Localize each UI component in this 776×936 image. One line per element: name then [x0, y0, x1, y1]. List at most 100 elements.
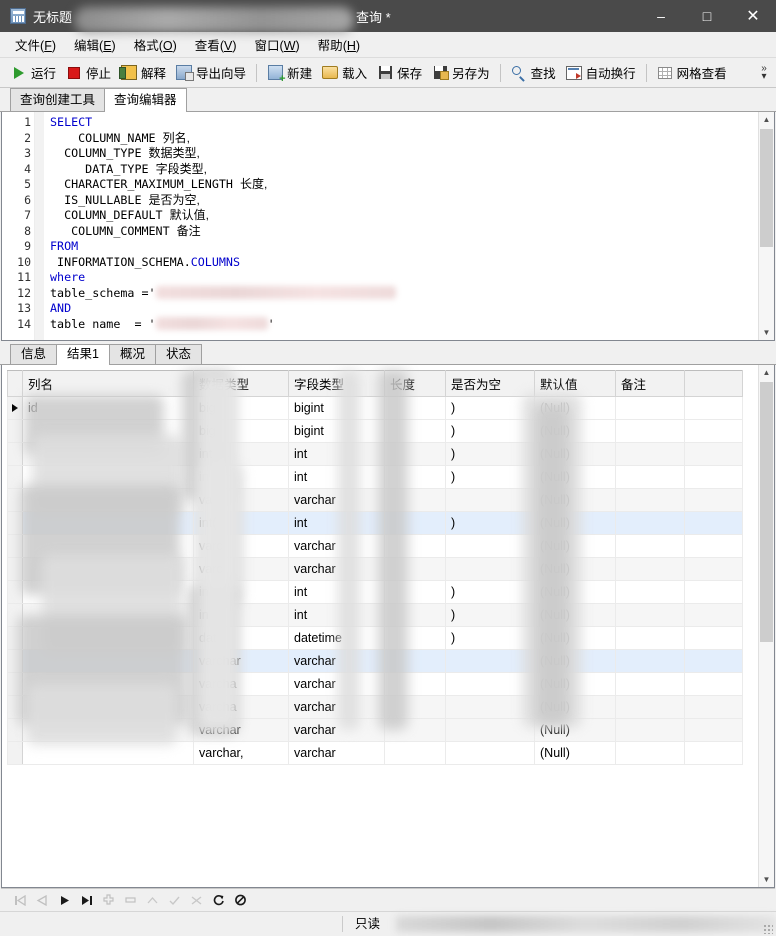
- cell-nullable[interactable]: ): [445, 603, 535, 627]
- cell-comment[interactable]: [615, 626, 685, 650]
- cell-filler[interactable]: [684, 534, 743, 558]
- save-button[interactable]: 保存: [372, 61, 427, 85]
- cell-default[interactable]: (Null): [534, 488, 616, 512]
- table-row[interactable]: dat datetime) (Null): [7, 626, 743, 650]
- close-button[interactable]: ✕: [730, 0, 776, 32]
- previous-record-icon[interactable]: [31, 891, 53, 909]
- cell-field-type[interactable]: int: [288, 580, 385, 604]
- cell-filler[interactable]: [684, 442, 743, 466]
- tab-query-builder[interactable]: 查询创建工具: [10, 88, 106, 111]
- tab-info[interactable]: 信息: [10, 344, 58, 364]
- cell-filler[interactable]: [684, 626, 743, 650]
- cell-col-name[interactable]: [22, 603, 194, 627]
- confirm-change-icon[interactable]: [163, 891, 185, 909]
- cell-col-name[interactable]: [22, 649, 194, 673]
- column-header-col-name[interactable]: 列名: [22, 370, 194, 397]
- cell-field-type[interactable]: varchar: [288, 649, 385, 673]
- tab-query-editor[interactable]: 查询编辑器: [104, 88, 187, 112]
- cell-comment[interactable]: [615, 718, 685, 742]
- cell-length[interactable]: [384, 465, 446, 489]
- cell-data-type[interactable]: in: [193, 603, 289, 627]
- cell-data-type[interactable]: varc: [193, 557, 289, 581]
- cell-nullable[interactable]: ): [445, 511, 535, 535]
- cell-default[interactable]: (Null): [534, 695, 616, 719]
- cell-nullable[interactable]: [445, 741, 535, 765]
- table-row[interactable]: varcha varchar (Null): [7, 672, 743, 696]
- cell-default[interactable]: (Null): [534, 511, 616, 535]
- next-record-icon[interactable]: [53, 891, 75, 909]
- row-marker[interactable]: [7, 488, 23, 512]
- delete-record-icon[interactable]: [119, 891, 141, 909]
- code-line[interactable]: FROM: [50, 239, 758, 255]
- cell-data-type[interactable]: varcha: [193, 695, 289, 719]
- table-row[interactable]: varchar, varchar (Null): [7, 741, 743, 765]
- cell-data-type[interactable]: varchar,: [193, 741, 289, 765]
- cell-length[interactable]: [384, 718, 446, 742]
- cell-length[interactable]: [384, 534, 446, 558]
- find-button[interactable]: 查找: [506, 61, 561, 85]
- cell-comment[interactable]: [615, 488, 685, 512]
- cell-filler[interactable]: [684, 718, 743, 742]
- cell-data-type[interactable]: va: [193, 488, 289, 512]
- row-marker[interactable]: [7, 465, 23, 489]
- sql-code-area[interactable]: SELECT COLUMN_NAME 列名, COLUMN_TYPE 数据类型,…: [44, 112, 758, 340]
- cell-data-type[interactable]: dat: [193, 626, 289, 650]
- cell-nullable[interactable]: [445, 672, 535, 696]
- cell-nullable[interactable]: ): [445, 442, 535, 466]
- menu-item-edit[interactable]: 编辑(E): [65, 32, 125, 57]
- cell-data-type[interactable]: in: [193, 580, 289, 604]
- cell-field-type[interactable]: varchar: [288, 672, 385, 696]
- explain-button[interactable]: 解释: [116, 61, 171, 85]
- cell-filler[interactable]: [684, 419, 743, 443]
- cell-default[interactable]: (Null): [534, 557, 616, 581]
- row-marker[interactable]: [7, 626, 23, 650]
- column-header-field-type[interactable]: 字段类型: [288, 370, 385, 397]
- cell-length[interactable]: [384, 603, 446, 627]
- cell-comment[interactable]: [615, 649, 685, 673]
- cell-field-type[interactable]: varchar: [288, 695, 385, 719]
- table-row[interactable]: varcha varchar (Null): [7, 695, 743, 719]
- row-marker[interactable]: [7, 603, 23, 627]
- row-marker[interactable]: [7, 557, 23, 581]
- last-record-icon[interactable]: [75, 891, 97, 909]
- cell-col-name[interactable]: [22, 465, 194, 489]
- menu-item-file[interactable]: 文件(F): [6, 32, 65, 57]
- cell-col-name[interactable]: [22, 511, 194, 535]
- add-record-icon[interactable]: [97, 891, 119, 909]
- cell-data-type[interactable]: int: [193, 442, 289, 466]
- cell-nullable[interactable]: [445, 649, 535, 673]
- cell-nullable[interactable]: [445, 557, 535, 581]
- grid-scroll-down-icon[interactable]: ▼: [759, 872, 774, 887]
- grid-scroll-track[interactable]: [759, 380, 774, 872]
- cell-filler[interactable]: [684, 603, 743, 627]
- cell-comment[interactable]: [615, 534, 685, 558]
- code-line[interactable]: SELECT: [50, 115, 758, 131]
- table-row[interactable]: varchar varchar (Null): [7, 649, 743, 673]
- code-line[interactable]: DATA_TYPE 字段类型,: [50, 162, 758, 178]
- cell-col-name[interactable]: [22, 488, 194, 512]
- new-button[interactable]: 新建: [262, 61, 317, 85]
- cell-col-name[interactable]: id: [22, 396, 194, 420]
- cell-field-type[interactable]: int: [288, 465, 385, 489]
- cell-nullable[interactable]: [445, 488, 535, 512]
- code-line[interactable]: COLUMN_DEFAULT 默认值,: [50, 208, 758, 224]
- cell-filler[interactable]: [684, 465, 743, 489]
- cell-nullable[interactable]: ): [445, 626, 535, 650]
- cancel-change-icon[interactable]: [185, 891, 207, 909]
- cell-data-type[interactable]: varchar: [193, 649, 289, 673]
- cell-comment[interactable]: [615, 465, 685, 489]
- cell-length[interactable]: [384, 488, 446, 512]
- cell-default[interactable]: (Null): [534, 534, 616, 558]
- row-marker[interactable]: [7, 649, 23, 673]
- row-marker[interactable]: [7, 419, 23, 443]
- table-row[interactable]: varc varchar (Null): [7, 557, 743, 581]
- cell-field-type[interactable]: datetime: [288, 626, 385, 650]
- column-header-nullable[interactable]: 是否为空: [445, 370, 535, 397]
- cell-filler[interactable]: [684, 488, 743, 512]
- run-button[interactable]: 运行: [6, 61, 61, 85]
- cell-default[interactable]: (Null): [534, 718, 616, 742]
- tab-result-1[interactable]: 结果1: [56, 344, 110, 365]
- cell-col-name[interactable]: [22, 580, 194, 604]
- table-row[interactable]: int int) (Null): [7, 442, 743, 466]
- column-header-comment[interactable]: 备注: [615, 370, 685, 397]
